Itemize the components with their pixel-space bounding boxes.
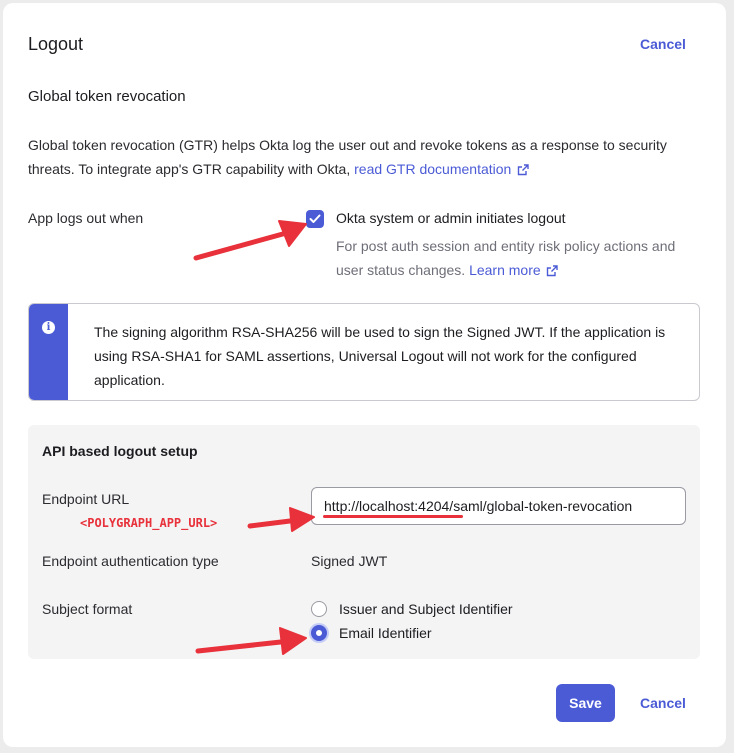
red-arrow-icon	[193, 220, 315, 655]
